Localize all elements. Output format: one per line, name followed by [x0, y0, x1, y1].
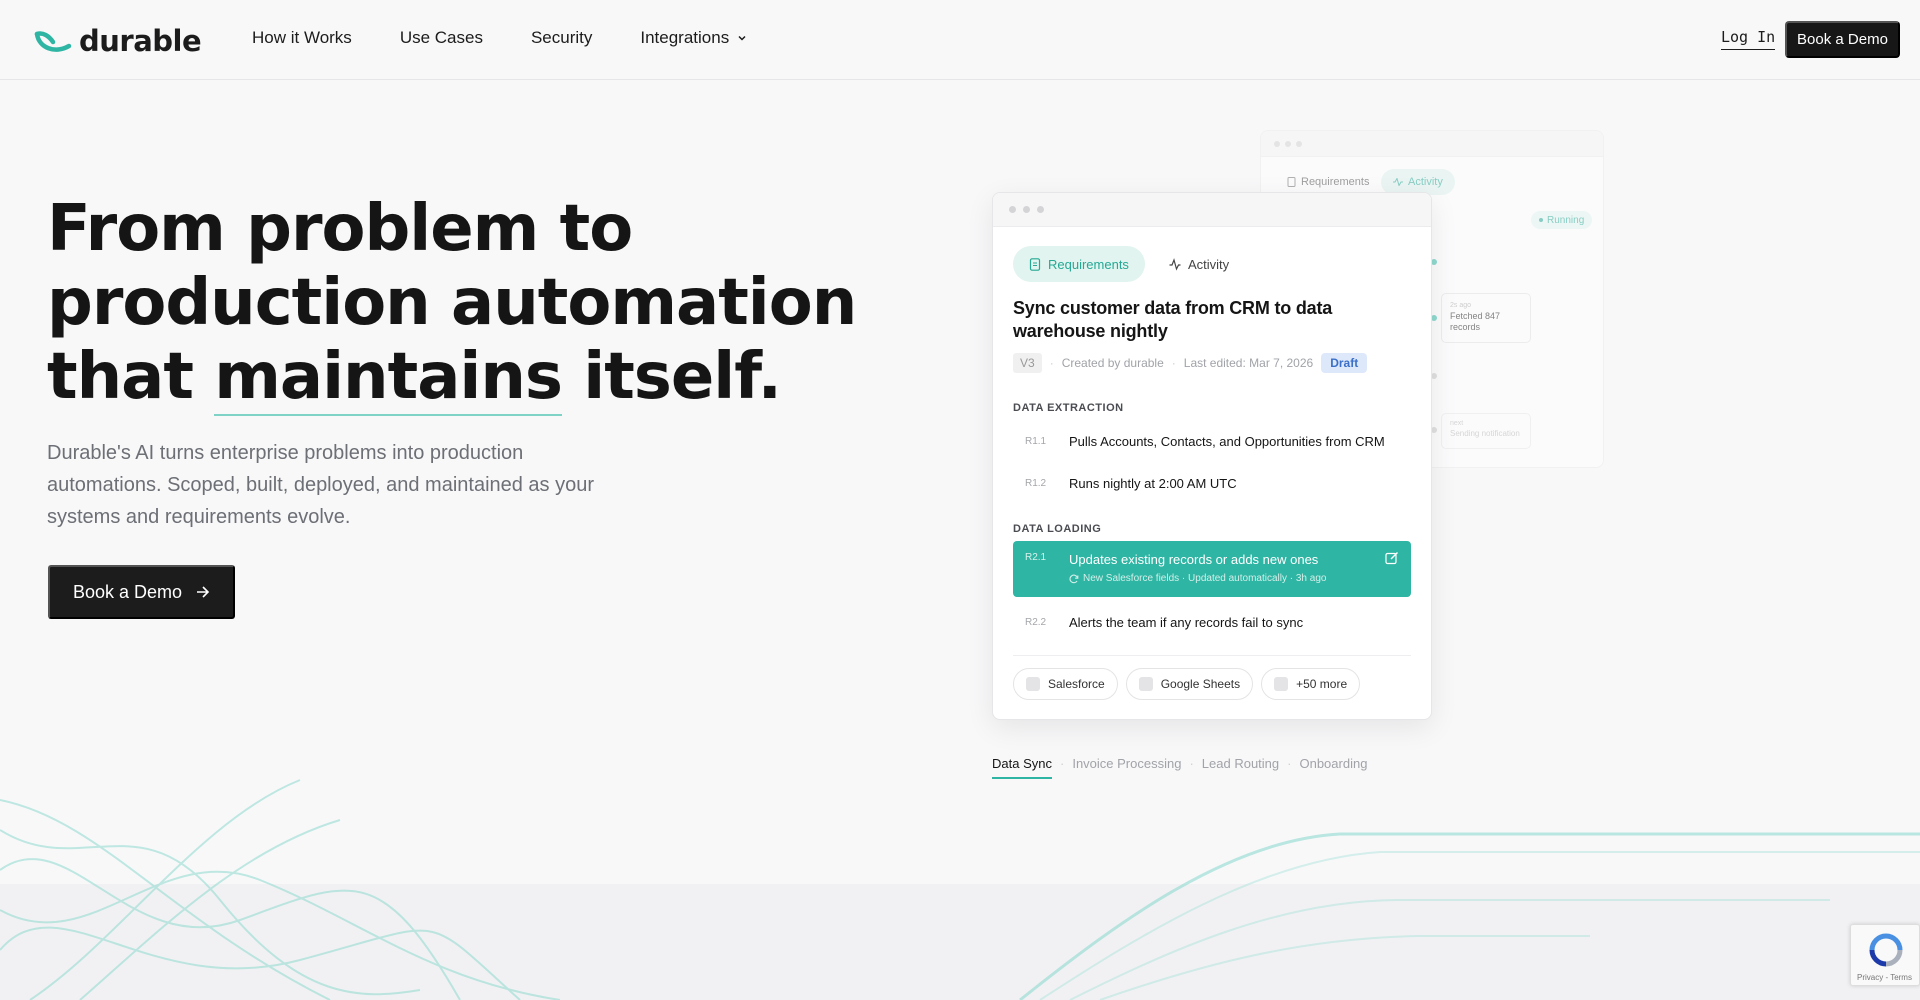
integration-chip-label: Google Sheets — [1160, 677, 1241, 691]
created-by: Created by durable — [1061, 356, 1164, 370]
logo[interactable]: durable — [33, 24, 202, 58]
tab-requirements-back-label: Requirements — [1301, 176, 1370, 188]
requirement-text: Pulls Accounts, Contacts, and Opportunit… — [1069, 433, 1385, 449]
document-icon — [1287, 177, 1296, 187]
hero-title-part2: itself. — [561, 340, 782, 414]
nav-link-integrations-label: Integrations — [640, 28, 730, 47]
integration-chip-label: +50 more — [1296, 677, 1348, 691]
section-heading: DATA LOADING — [1013, 523, 1102, 535]
login-link[interactable]: Log In — [1721, 28, 1776, 50]
fetch-time: 2s ago — [1450, 302, 1472, 309]
decorative-waves — [0, 779, 1920, 1000]
requirement-id: R2.1 — [1025, 552, 1047, 563]
requirement-id: R1.2 — [1025, 477, 1047, 489]
running-badge: Running — [1531, 211, 1593, 229]
tab-activity-label: Activity — [1187, 256, 1230, 272]
timeline-event-notify: next Sending notification — [1441, 413, 1531, 449]
nav-link-use-cases[interactable]: Use Cases — [400, 28, 483, 48]
requirement-row[interactable]: R2.2 Alerts the team if any records fail… — [1013, 603, 1411, 641]
requirement-text: Alerts the team if any records fail to s… — [1069, 614, 1304, 630]
activity-icon — [1393, 178, 1403, 186]
requirement-id: R1.1 — [1025, 435, 1047, 447]
requirement-update-note: New Salesforce fields · Updated automati… — [1069, 573, 1326, 584]
status-dot-icon — [1539, 218, 1543, 222]
requirement-id: R2.2 — [1025, 616, 1047, 628]
hero-title: From problem to production automation th… — [47, 192, 907, 416]
recaptcha-text[interactable]: Privacy - Terms — [1857, 973, 1912, 982]
requirement-text: Updates existing records or adds new one… — [1069, 552, 1319, 567]
tab-requirements[interactable]: Requirements — [1013, 246, 1145, 282]
hero-book-demo-button[interactable]: Book a Demo — [48, 565, 235, 619]
google-sheets-icon — [1138, 677, 1153, 691]
automation-title: Sync customer data from CRM to data ware… — [1013, 298, 1333, 341]
section-heading: DATA EXTRACTION — [1013, 402, 1124, 414]
tab-activity[interactable]: Activity — [1153, 246, 1245, 282]
integration-chip-more[interactable]: +50 more — [1261, 668, 1361, 700]
top-navigation: durable How it Works Use Cases Security … — [0, 0, 1920, 80]
requirement-row[interactable]: R1.2 Runs nightly at 2:00 AM UTC — [1013, 464, 1411, 502]
divider — [1013, 655, 1411, 656]
status-badge: Draft — [1321, 353, 1368, 373]
salesforce-icon — [1026, 677, 1040, 691]
fetch-text: Fetched 847 records — [1450, 311, 1501, 332]
notify-text: Sending notification — [1450, 429, 1520, 438]
meta-separator: · — [1049, 356, 1054, 370]
logo-text: durable — [79, 24, 202, 58]
integration-chip-salesforce[interactable]: Salesforce — [1013, 668, 1118, 700]
last-edited: Last edited: Mar 7, 2026 — [1183, 356, 1314, 370]
requirement-row-selected[interactable]: R2.1 Updates existing records or adds ne… — [1013, 541, 1411, 597]
window-titlebar — [993, 193, 1431, 227]
document-icon — [1029, 257, 1041, 271]
tab-requirements-label: Requirements — [1048, 256, 1129, 272]
requirement-content: Updates existing records or adds new one… — [1069, 552, 1326, 584]
refresh-icon — [1069, 574, 1079, 583]
requirement-update-text: New Salesforce fields · Updated automati… — [1083, 573, 1327, 584]
durable-logo-icon — [34, 31, 72, 52]
chevron-down-icon — [738, 35, 746, 41]
card-tabs: Requirements Activity — [1013, 246, 1245, 282]
requirement-text: Runs nightly at 2:00 AM UTC — [1069, 475, 1237, 491]
window-dots — [1274, 141, 1302, 147]
tab-requirements-back: Requirements — [1287, 176, 1369, 188]
notify-time: next — [1450, 420, 1464, 427]
nav-link-how-it-works[interactable]: How it Works — [252, 28, 352, 48]
hero-book-demo-label: Book a Demo — [72, 581, 183, 602]
integration-chip-label: Salesforce — [1048, 677, 1105, 691]
timeline-event-fetch: 2s ago Fetched 847 records — [1441, 293, 1531, 343]
recaptcha-badge[interactable]: Privacy - Terms — [1850, 924, 1920, 986]
meta-separator: · — [1171, 356, 1176, 370]
tab-activity-back-label: Activity — [1408, 176, 1443, 188]
edit-icon[interactable] — [1385, 551, 1399, 565]
nav-links: How it Works Use Cases Security Integrat… — [252, 28, 747, 48]
recaptcha-icon — [1869, 933, 1903, 967]
arrow-right-icon — [197, 586, 210, 598]
hero-subtitle: Durable's AI turns enterprise problems i… — [47, 442, 595, 528]
window-dots — [1009, 206, 1044, 213]
more-integrations-icon — [1274, 677, 1289, 691]
activity-icon — [1169, 257, 1181, 271]
window-titlebar — [1261, 131, 1603, 157]
requirements-card: Requirements Activity Sync customer data… — [992, 192, 1432, 720]
automation-meta: V3 · Created by durable · Last edited: M… — [1013, 353, 1368, 373]
hero-title-highlight: maintains — [214, 340, 563, 416]
version-badge: V3 — [1013, 353, 1042, 373]
nav-book-demo-button[interactable]: Book a Demo — [1785, 21, 1900, 58]
integration-chips: Salesforce Google Sheets +50 more — [1013, 668, 1361, 700]
running-badge-label: Running — [1547, 214, 1585, 226]
nav-link-integrations[interactable]: Integrations — [640, 28, 747, 48]
requirement-row[interactable]: R1.1 Pulls Accounts, Contacts, and Oppor… — [1013, 422, 1411, 460]
nav-link-security[interactable]: Security — [531, 28, 592, 48]
integration-chip-google-sheets[interactable]: Google Sheets — [1125, 668, 1254, 700]
